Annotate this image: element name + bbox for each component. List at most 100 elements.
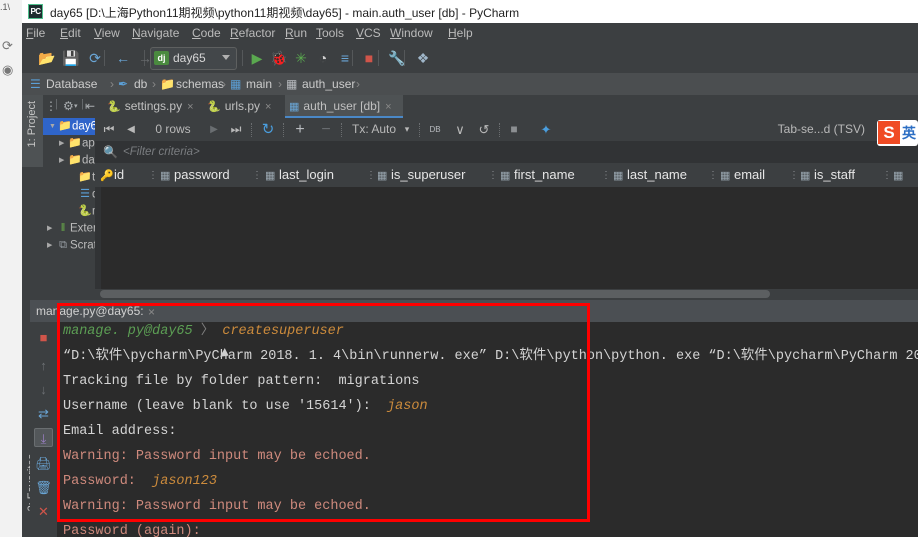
breadcrumb-item-Database[interactable]: Database — [46, 77, 97, 91]
tab-settings-py[interactable]: 🐍 settings.py × — [103, 95, 199, 118]
collapse-icon[interactable]: ⇤ — [85, 99, 95, 113]
breadcrumb-item-main[interactable]: main — [246, 77, 272, 91]
console-output[interactable]: Password (again): Warning: Password input… — [57, 322, 918, 537]
tree-node-templates[interactable]: 📁tem — [43, 169, 95, 186]
back-arrow-icon[interactable]: ← — [114, 49, 132, 67]
close-icon[interactable]: × — [385, 101, 391, 113]
reload-icon[interactable]: ↻ — [259, 121, 277, 138]
column-header-extra[interactable]: ▦ — [893, 163, 907, 187]
breadcrumb-item-db[interactable]: db — [134, 77, 147, 91]
tree-expand-triangle-icon[interactable]: ▶ — [47, 237, 56, 254]
tab-urls-py[interactable]: 🐍 urls.py × — [203, 95, 281, 118]
scroll-to-end-icon[interactable]: ⤓ — [34, 428, 53, 447]
column-header-last-name[interactable]: ▦ last_name — [613, 163, 687, 187]
column-resize-handle[interactable]: ⋮ — [366, 170, 376, 181]
menu-item-window[interactable]: Window — [390, 26, 433, 40]
remove-row-button[interactable]: − — [317, 121, 335, 138]
project-structure-icon[interactable]: ❖ — [414, 49, 432, 67]
menu-item-refactor[interactable]: Refactor — [230, 26, 275, 40]
stop-icon[interactable]: ■ — [360, 49, 378, 67]
column-resize-handle[interactable]: ⋮ — [601, 170, 611, 181]
up-arrow-icon[interactable]: ↑ — [34, 356, 53, 375]
column-resize-handle[interactable]: ⋮ — [708, 170, 718, 181]
previous-page-button[interactable]: ◀ — [122, 121, 140, 138]
profile-icon[interactable]: ◔ — [314, 49, 332, 67]
menu-item-run[interactable]: Run — [285, 26, 307, 40]
filter-bar[interactable]: 🔍 <Filter criteria> — [95, 141, 918, 163]
ime-mode-label[interactable]: 英 — [902, 123, 916, 143]
menu-item-view[interactable]: View — [94, 26, 120, 40]
next-page-button[interactable]: ▶ — [205, 121, 223, 138]
clear-all-icon[interactable]: 🗑 — [34, 478, 53, 497]
menu-item-help[interactable]: Help — [448, 26, 473, 40]
menu-item-code[interactable]: Code — [192, 26, 221, 40]
tree-node-scratches[interactable]: ▶⧉Scratch — [43, 237, 95, 254]
close-icon[interactable]: × — [265, 101, 271, 113]
gear-icon[interactable]: ⚙ — [63, 99, 74, 113]
settings-icon[interactable]: 🔧 — [388, 49, 406, 67]
run-icon[interactable]: ▶ — [248, 49, 266, 67]
column-resize-handle[interactable]: ⋮ — [252, 170, 262, 181]
tree-node-day65[interactable]: ▼📁day65 — [43, 118, 95, 135]
sogou-ime-bar[interactable]: S 英 — [877, 120, 918, 146]
tree-node-manage-py[interactable]: 🐍ma — [43, 203, 95, 220]
save-all-icon[interactable]: 💾 — [62, 49, 80, 67]
close-icon[interactable]: × — [148, 305, 155, 319]
column-resize-handle[interactable]: ⋮ — [148, 170, 158, 181]
column-header-first-name[interactable]: ▦ first_name — [500, 163, 575, 187]
tree-node-day[interactable]: ▶📁day — [43, 152, 95, 169]
close-icon[interactable]: × — [187, 101, 193, 113]
run-configuration-selector[interactable]: dj day65 — [150, 47, 237, 70]
add-row-button[interactable]: + — [291, 121, 309, 138]
stop-icon[interactable]: ■ — [34, 328, 53, 347]
menu-bar[interactable]: File Edit View Navigate Code Refactor Run Tools… — [22, 23, 918, 43]
run-coverage-icon[interactable]: ✳ — [292, 49, 310, 67]
sync-icon[interactable]: ⟳ — [86, 49, 104, 67]
tree-expand-triangle-icon[interactable]: ▼ — [49, 118, 58, 135]
grid-horizontal-scrollbar[interactable] — [100, 290, 770, 298]
menu-item-edit[interactable]: Edit — [60, 26, 81, 40]
breadcrumb-item-auth-user[interactable]: auth_user — [302, 77, 355, 91]
column-header-is-superuser[interactable]: ▦ is_superuser — [377, 163, 465, 187]
close-icon[interactable]: ✕ — [34, 502, 53, 521]
column-resize-handle[interactable]: ⋮ — [789, 170, 799, 181]
tree-node-db-sqlite3[interactable]: ☰db. — [43, 186, 95, 203]
search-icon[interactable]: 🔍 — [103, 145, 118, 159]
soft-wrap-icon[interactable]: ⇄ — [34, 404, 53, 423]
open-folder-icon[interactable]: 📂 — [38, 49, 56, 67]
magic-wand-icon[interactable]: ✦ — [537, 121, 555, 138]
tree-node-app[interactable]: ▶📁app — [43, 135, 95, 152]
tree-expand-triangle-icon[interactable]: ▶ — [47, 220, 56, 237]
export-format-label[interactable]: Tab-se...d (TSV) — [755, 121, 865, 138]
print-icon[interactable]: 🖨 — [34, 454, 53, 473]
stop-icon[interactable]: ■ — [505, 121, 523, 138]
tree-expand-triangle-icon[interactable]: ▶ — [59, 135, 68, 152]
tab-auth-user-db[interactable]: ▦ auth_user [db] × — [285, 95, 403, 118]
submit-to-db-icon[interactable]: DB — [425, 121, 445, 138]
transaction-mode-label[interactable]: Tx: Auto — [348, 121, 400, 138]
attach-process-icon[interactable]: ≡ — [336, 49, 354, 67]
run-tab-label[interactable]: manage.py@day65: — [36, 304, 144, 318]
last-page-button[interactable]: ⏭ — [227, 121, 245, 138]
chevron-down-icon[interactable] — [222, 55, 230, 60]
first-page-button[interactable]: ⏮ — [100, 121, 118, 138]
tree-node-external-libraries[interactable]: ▶ ‖ Extern — [43, 220, 95, 237]
menu-item-vcs[interactable]: VCS — [356, 26, 381, 40]
tree-expand-triangle-icon[interactable]: ▶ — [59, 152, 68, 169]
forward-arrow-icon[interactable]: → — [136, 49, 154, 67]
breadcrumb-item-schemas[interactable]: schemas — [176, 77, 224, 91]
column-resize-handle[interactable]: ⋮ — [488, 170, 498, 181]
column-header-email[interactable]: ▦ email — [720, 163, 765, 187]
column-header-password[interactable]: ▦ password — [160, 163, 230, 187]
column-resize-handle[interactable]: ⋮ — [882, 170, 892, 181]
sidebar-item-project[interactable]: 1: Project — [22, 95, 43, 167]
column-header-is-staff[interactable]: ▦ is_staff — [800, 163, 855, 187]
table-body[interactable] — [95, 187, 918, 299]
down-arrow-icon[interactable]: ↓ — [34, 380, 53, 399]
menu-item-navigate[interactable]: Navigate — [132, 26, 179, 40]
menu-item-tools[interactable]: Tools — [316, 26, 344, 40]
column-header-last-login[interactable]: ▦ last_login — [265, 163, 334, 187]
rollback-icon[interactable]: ↺ — [475, 121, 493, 138]
filter-input[interactable]: <Filter criteria> — [123, 146, 200, 158]
menu-item-file[interactable]: File — [26, 26, 45, 40]
